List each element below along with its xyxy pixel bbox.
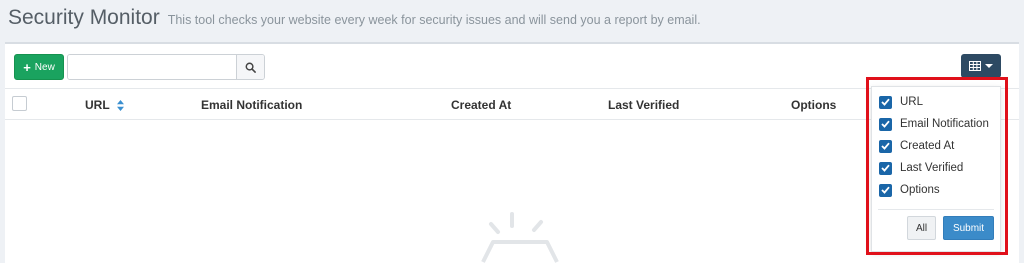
column-header-url-label: URL [85, 98, 110, 112]
checkbox-checked-icon[interactable] [879, 117, 892, 131]
monitor-panel: + New URL Email Notification Created At … [5, 42, 1019, 263]
menu-divider [878, 209, 994, 210]
column-header-last-verified: Last Verified [608, 98, 680, 112]
column-option-created-at[interactable]: Created At [879, 137, 954, 155]
column-option-options[interactable]: Options [879, 181, 940, 199]
checkbox-checked-icon[interactable] [879, 161, 892, 175]
sort-icon [116, 100, 124, 112]
column-option-last-verified[interactable]: Last Verified [879, 159, 963, 177]
column-option-label: Email Notification [900, 118, 989, 130]
new-button-label: New [34, 61, 55, 73]
column-option-label: URL [900, 96, 924, 108]
search-button[interactable] [236, 55, 264, 79]
column-header-email-notification: Email Notification [201, 98, 303, 112]
checkbox-checked-icon[interactable] [879, 95, 892, 109]
page-subtitle: This tool checks your website every week… [167, 13, 701, 27]
search-icon [245, 62, 256, 73]
column-option-label: Created At [900, 140, 955, 152]
checkbox-checked-icon[interactable] [879, 139, 892, 153]
column-visibility-menu: URL Email Notification Created At Last V… [871, 86, 1001, 252]
column-option-email-notification[interactable]: Email Notification [879, 115, 989, 133]
new-button[interactable]: + New [14, 54, 64, 80]
search-input[interactable] [68, 55, 236, 79]
column-header-url[interactable]: URL [85, 98, 124, 112]
table-header: URL Email Notification Created At Last V… [5, 88, 1019, 120]
column-header-created-at: Created At [451, 98, 512, 112]
search-group [67, 54, 265, 80]
page-header: Security Monitor This tool checks your w… [8, 6, 701, 38]
chevron-down-icon [985, 64, 993, 68]
column-option-label: Last Verified [900, 162, 964, 174]
column-option-url[interactable]: URL [879, 93, 923, 111]
plus-icon: + [23, 59, 31, 75]
page-title: Security Monitor [8, 6, 160, 29]
submit-columns-button[interactable]: Submit [943, 216, 994, 240]
column-option-label: Options [900, 184, 940, 196]
column-header-options: Options [791, 98, 837, 112]
table-icon [969, 61, 981, 71]
empty-state-icon [481, 212, 559, 263]
columns-toggle-button[interactable] [961, 54, 1001, 78]
checkbox-checked-icon[interactable] [879, 183, 892, 197]
select-all-columns-button[interactable]: All [907, 216, 936, 240]
select-all-checkbox[interactable] [12, 96, 27, 111]
